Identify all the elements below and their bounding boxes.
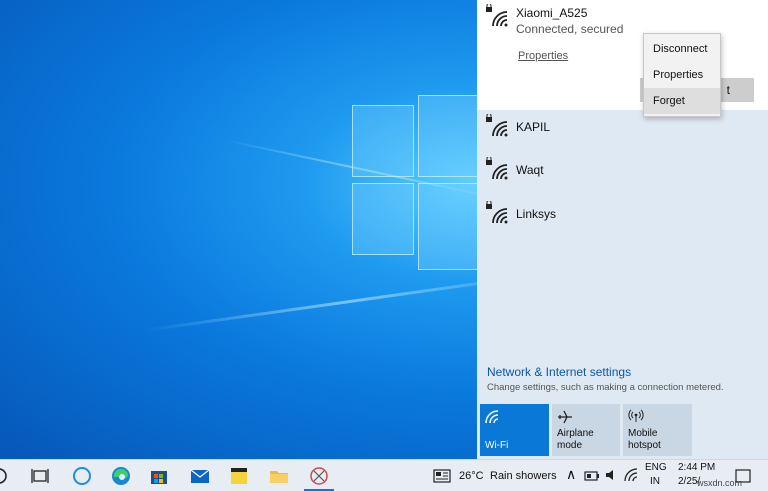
task-view-icon[interactable] <box>29 465 51 487</box>
weather-widget-icon[interactable] <box>432 466 452 486</box>
chevron-up-icon[interactable]: ∧ <box>566 466 576 483</box>
connection-status: Connected, secured <box>516 22 624 36</box>
menu-item-forget[interactable]: Forget <box>644 88 720 114</box>
taskbar: 26°C Rain showers ∧ ENG IN 2:44 PM 2/25/ <box>0 459 768 491</box>
language-indicator[interactable]: ENG <box>645 462 667 473</box>
list-item[interactable]: Waqt <box>477 155 768 195</box>
tile-label: hotspot <box>628 440 661 451</box>
windows-logo-decoration <box>352 95 492 270</box>
wifi-tile[interactable]: Wi-Fi <box>480 404 549 456</box>
hotspot-icon <box>628 409 644 422</box>
tile-label: Mobile <box>628 428 658 439</box>
airplane-icon <box>558 410 572 424</box>
wifi-icon <box>485 410 499 424</box>
watermark-text: wsxdn.com <box>697 478 743 488</box>
search-icon[interactable] <box>0 465 10 487</box>
wifi-secured-icon <box>486 201 508 224</box>
battery-icon[interactable] <box>584 469 600 483</box>
tile-label: Wi-Fi <box>485 440 509 451</box>
weather-temperature[interactable]: 26°C <box>459 470 484 482</box>
store-icon[interactable] <box>148 465 170 487</box>
settings-description: Change settings, such as making a connec… <box>487 382 724 393</box>
edge-icon[interactable] <box>110 465 132 487</box>
weather-description[interactable]: Rain showers <box>490 470 557 482</box>
input-region[interactable]: IN <box>650 476 660 487</box>
file-explorer-icon[interactable] <box>268 465 290 487</box>
wifi-secured-icon <box>486 4 508 27</box>
network-name: Waqt <box>516 163 544 177</box>
airplane-mode-tile[interactable]: Airplane mode <box>552 404 620 456</box>
menu-item-properties[interactable]: Properties <box>644 62 720 88</box>
network-internet-settings-link[interactable]: Network & Internet settings <box>487 365 631 379</box>
connected-network-panel[interactable]: Xiaomi_A525 Connected, secured Propertie… <box>477 0 768 110</box>
properties-link[interactable]: Properties <box>518 50 568 62</box>
volume-icon[interactable] <box>604 468 618 482</box>
cortana-icon[interactable] <box>71 465 93 487</box>
list-item[interactable]: KAPIL <box>477 112 768 152</box>
network-flyout: Xiaomi_A525 Connected, secured Propertie… <box>477 0 768 459</box>
mail-icon[interactable] <box>189 465 211 487</box>
network-context-menu: Disconnect Properties Forget <box>643 33 721 117</box>
list-item[interactable]: Linksys <box>477 199 768 239</box>
wifi-secured-icon <box>486 114 508 137</box>
network-name: KAPIL <box>516 120 551 134</box>
clock-time[interactable]: 2:44 PM <box>678 462 715 473</box>
menu-item-disconnect[interactable]: Disconnect <box>644 36 720 62</box>
mobile-hotspot-tile[interactable]: Mobile hotspot <box>623 404 692 456</box>
wifi-icon[interactable] <box>624 468 638 482</box>
sticky-notes-icon[interactable] <box>228 465 250 487</box>
network-name: Linksys <box>516 207 557 221</box>
wifi-secured-icon <box>486 157 508 180</box>
snipping-tool-icon[interactable] <box>308 465 330 487</box>
tile-label: Airplane mode <box>557 428 594 451</box>
connected-network-name: Xiaomi_A525 <box>516 6 588 20</box>
